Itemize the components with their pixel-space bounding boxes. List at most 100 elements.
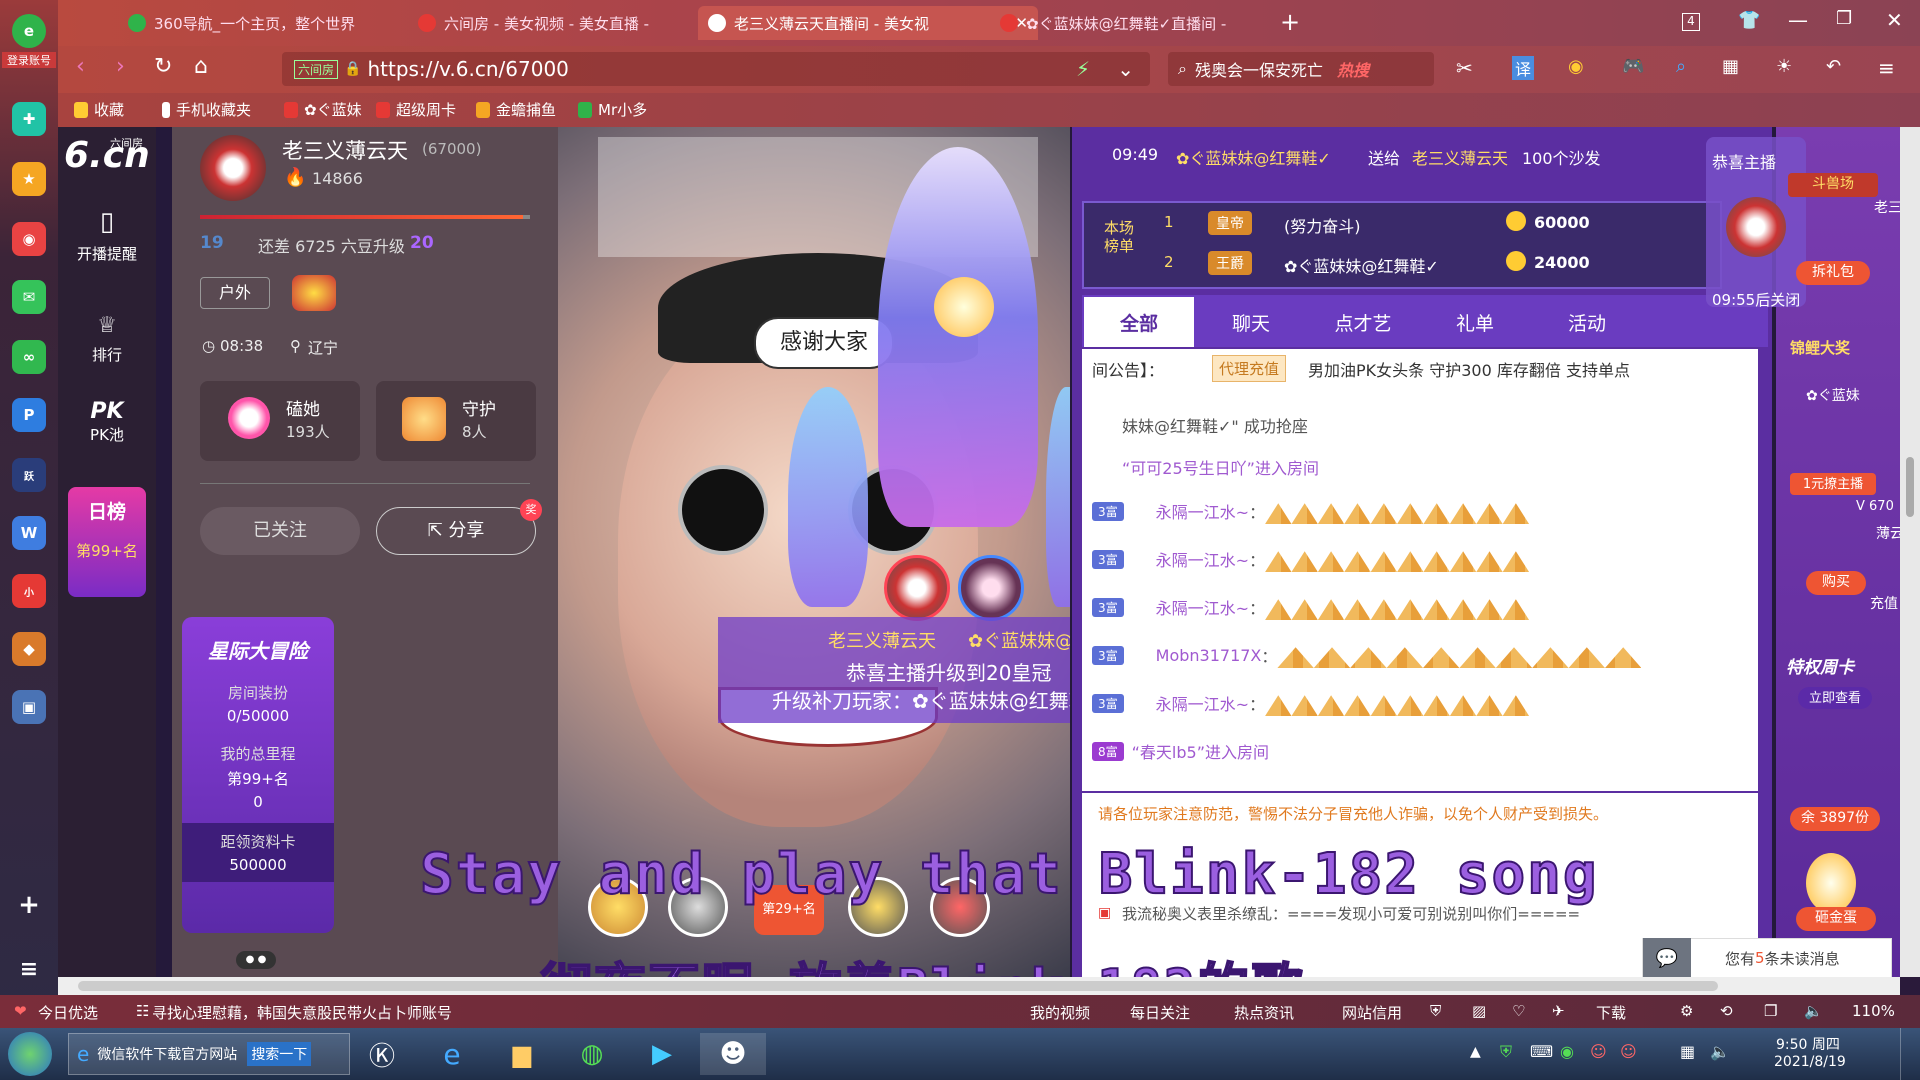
promo-1yuan[interactable]: 1元撩主播 bbox=[1790, 473, 1876, 495]
tray-qq-icon[interactable]: ☺ bbox=[1590, 1042, 1607, 1061]
address-bar[interactable]: 六间房 🔒 https://v.6.cn/67000 ⚡ ⌄ bbox=[282, 52, 1150, 86]
game3-app-icon[interactable]: ▣ bbox=[12, 690, 46, 724]
magnifier-icon[interactable]: ⌕ bbox=[1676, 56, 1686, 77]
kugou-icon[interactable]: Ⓚ bbox=[354, 1033, 410, 1075]
undo-icon[interactable]: ↶ bbox=[1826, 56, 1841, 77]
home-icon[interactable]: ⌂ bbox=[194, 54, 208, 79]
status-recommend[interactable]: 今日优选 bbox=[38, 1002, 98, 1023]
mail-icon[interactable]: ✉ bbox=[12, 280, 46, 314]
star-app-icon[interactable]: ★ bbox=[12, 162, 46, 196]
brightness-icon[interactable]: ☀ bbox=[1776, 56, 1792, 77]
scroll-thumb[interactable] bbox=[1906, 457, 1914, 517]
status-news[interactable]: 寻找心理慰藉，韩国失意股民带火占卜师账号 bbox=[152, 1002, 452, 1023]
promo-koi[interactable]: 锦鲤大奖 bbox=[1790, 337, 1876, 358]
search-text[interactable]: 残奥会一保安死亡 bbox=[1195, 57, 1323, 81]
browser-menu-icon[interactable]: ≡ bbox=[1878, 56, 1895, 80]
status-credit[interactable]: 网站信用 bbox=[1342, 1002, 1402, 1023]
translate-icon[interactable]: 译 bbox=[1512, 56, 1535, 80]
tray-360-icon[interactable]: ◉ bbox=[1560, 1042, 1574, 1061]
status-my-video[interactable]: 我的视频 bbox=[1030, 1002, 1090, 1023]
p-app-icon[interactable]: P bbox=[12, 398, 46, 432]
game-app-icon[interactable]: 跃 bbox=[12, 458, 46, 492]
promo-view[interactable]: 立即查看 bbox=[1798, 687, 1872, 709]
unread-toast[interactable]: 💬 您有 5 条未读消息 bbox=[1642, 938, 1892, 978]
clock-date[interactable]: 2021/8/19 bbox=[1774, 1054, 1846, 1070]
login-label[interactable]: 登录账号 bbox=[2, 52, 56, 68]
task-wechat-download[interactable]: e 微信软件下载官方网站 搜索一下 bbox=[68, 1033, 350, 1075]
tray-arrow-icon[interactable]: ▲ bbox=[1470, 1044, 1481, 1060]
refresh-icon[interactable]: ↻ bbox=[154, 54, 172, 79]
tab-count-badge[interactable]: 4 bbox=[1682, 13, 1700, 31]
forward-icon[interactable]: › bbox=[116, 54, 125, 79]
daily-rank-card[interactable]: 日榜 第99+名 bbox=[68, 487, 146, 597]
nav-live-remind[interactable]: ▯ 开播提醒 bbox=[58, 207, 156, 264]
back-icon[interactable]: ‹ bbox=[76, 54, 85, 79]
promo-smash-egg[interactable]: 砸金蛋 bbox=[1796, 907, 1876, 931]
tab-all[interactable]: 全部 bbox=[1084, 297, 1194, 347]
tab-lanmeimei[interactable]: ✿ぐ蓝妹妹@红舞鞋✓直播间 - bbox=[990, 6, 1310, 40]
dropdown-icon[interactable]: ⌄ bbox=[1117, 57, 1134, 81]
image-icon[interactable]: ▨ bbox=[1472, 1002, 1486, 1020]
status-hot-news[interactable]: 热点资讯 bbox=[1234, 1002, 1294, 1023]
start-button[interactable] bbox=[8, 1032, 52, 1076]
url-text[interactable]: https://v.6.cn/67000 bbox=[367, 57, 568, 81]
status-daily-focus[interactable]: 每日关注 bbox=[1130, 1002, 1190, 1023]
window-icon[interactable]: ❐ bbox=[1764, 1002, 1777, 1020]
task-search-button[interactable]: 搜索一下 bbox=[247, 1042, 312, 1066]
scroll-thumb[interactable] bbox=[78, 981, 1718, 991]
chat-username[interactable]: 永隔一江水~ bbox=[1156, 499, 1249, 523]
tab-6cn[interactable]: 六间房 - 美女视频 - 美女直播 - bbox=[408, 6, 708, 40]
restore-icon[interactable]: ❐ bbox=[1836, 8, 1852, 29]
horizontal-scrollbar[interactable] bbox=[58, 977, 1900, 995]
ie-taskbar-icon[interactable]: e bbox=[424, 1033, 480, 1075]
heart-outline-icon[interactable]: ♡ bbox=[1512, 1002, 1525, 1020]
circle-app-icon[interactable]: ∞ bbox=[12, 340, 46, 374]
game2-app-icon[interactable]: ◆ bbox=[12, 632, 46, 666]
plus-app-icon[interactable]: ✚ bbox=[12, 102, 46, 136]
promo-arena[interactable]: 斗兽场 bbox=[1788, 173, 1878, 197]
coin-icon[interactable]: ◉ bbox=[1568, 56, 1584, 77]
shield-icon[interactable]: ⛨ bbox=[1430, 1002, 1441, 1020]
gamepad-icon[interactable]: 🎮 bbox=[1622, 56, 1644, 77]
new-tab-icon[interactable]: + bbox=[1280, 8, 1300, 36]
vertical-scrollbar[interactable] bbox=[1900, 127, 1920, 977]
tools-icon[interactable]: ⚙ bbox=[1680, 1002, 1693, 1020]
menu-icon[interactable]: ≡ bbox=[12, 952, 46, 986]
room-tag[interactable]: 户外 bbox=[200, 277, 270, 309]
tab-current[interactable]: 老三义薄云天直播间 - 美女视 ✕ bbox=[698, 6, 1038, 40]
skin-icon[interactable]: 👕 bbox=[1738, 10, 1760, 31]
folder-icon[interactable]: ▆ bbox=[494, 1033, 550, 1075]
tray-network-icon[interactable]: ▦ bbox=[1680, 1042, 1695, 1061]
host-avatar[interactable] bbox=[200, 135, 266, 201]
tab-360[interactable]: 360导航_一个主页，整个世界 bbox=[118, 6, 418, 40]
grid-icon[interactable]: ▦ bbox=[1722, 56, 1739, 77]
browser-logo-icon[interactable]: e bbox=[12, 14, 46, 48]
chat-username[interactable]: 永隔一江水~ bbox=[1156, 595, 1249, 619]
promo-giftbox[interactable]: 拆礼包 bbox=[1796, 261, 1870, 285]
nav-pk[interactable]: PK PK池 bbox=[58, 399, 156, 445]
bookmark-mrxiaoduo[interactable]: Mr小多 bbox=[578, 99, 647, 120]
lightning-icon[interactable]: ⚡ bbox=[1076, 57, 1090, 81]
show-desktop-button[interactable] bbox=[1900, 1028, 1920, 1080]
tab-chat[interactable]: 聊天 bbox=[1196, 297, 1306, 347]
sync-icon[interactable]: ⟲ bbox=[1720, 1002, 1733, 1020]
doc-app-icon[interactable]: W bbox=[12, 516, 46, 550]
bookmark-lanmei[interactable]: ✿ぐ蓝妹 bbox=[284, 99, 362, 120]
rocket-icon[interactable]: ✈ bbox=[1552, 1002, 1565, 1020]
share-button[interactable]: ⇱ 分享 bbox=[376, 507, 536, 555]
volume-icon[interactable]: 🔈 bbox=[1804, 1002, 1823, 1020]
scissors-icon[interactable]: ✂ bbox=[1456, 56, 1473, 80]
promo-weekcard[interactable]: 特权周卡 bbox=[1786, 653, 1882, 678]
minimize-icon[interactable]: — bbox=[1788, 8, 1808, 32]
tray-volume-icon[interactable]: 🔈 bbox=[1710, 1042, 1730, 1061]
pager-dots[interactable]: ● ● bbox=[236, 951, 276, 969]
browser360-icon[interactable]: ◍ bbox=[564, 1033, 620, 1075]
add-icon[interactable]: + bbox=[12, 888, 46, 922]
bookmark-weekcard[interactable]: 超级周卡 bbox=[376, 99, 456, 120]
tray-shield-icon[interactable]: ⛨ bbox=[1500, 1042, 1512, 1062]
bookmark-fishing[interactable]: 金蟾捕鱼 bbox=[476, 99, 556, 120]
chat-username[interactable]: 永隔一江水~ bbox=[1156, 691, 1249, 715]
tab-activity[interactable]: 活动 bbox=[1532, 297, 1642, 347]
chat-username[interactable]: 永隔一江水~ bbox=[1156, 547, 1249, 571]
weibo-icon[interactable]: ◉ bbox=[12, 222, 46, 256]
